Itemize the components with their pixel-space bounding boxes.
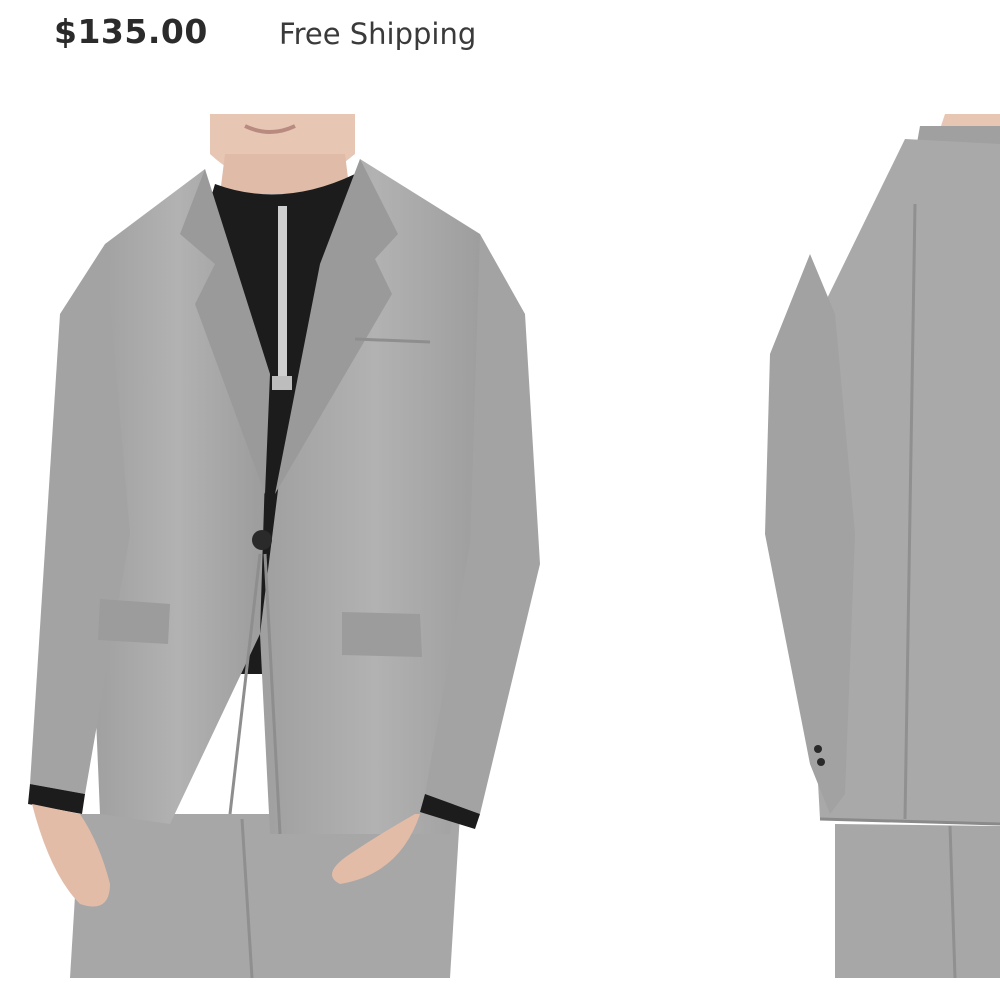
- shipping-info: Free Shipping: [279, 17, 477, 51]
- product-image-back[interactable]: [755, 114, 1000, 978]
- product-image-gallery[interactable]: [0, 114, 1000, 980]
- suit-front-illustration: [28, 114, 540, 978]
- product-image-front[interactable]: [20, 114, 560, 978]
- product-price: $135.00: [54, 12, 208, 51]
- price-row: $135.00 Free Shipping: [0, 0, 1000, 80]
- product-page: $135.00 Free Shipping: [0, 0, 1000, 1000]
- suit-back-illustration: [765, 114, 1000, 978]
